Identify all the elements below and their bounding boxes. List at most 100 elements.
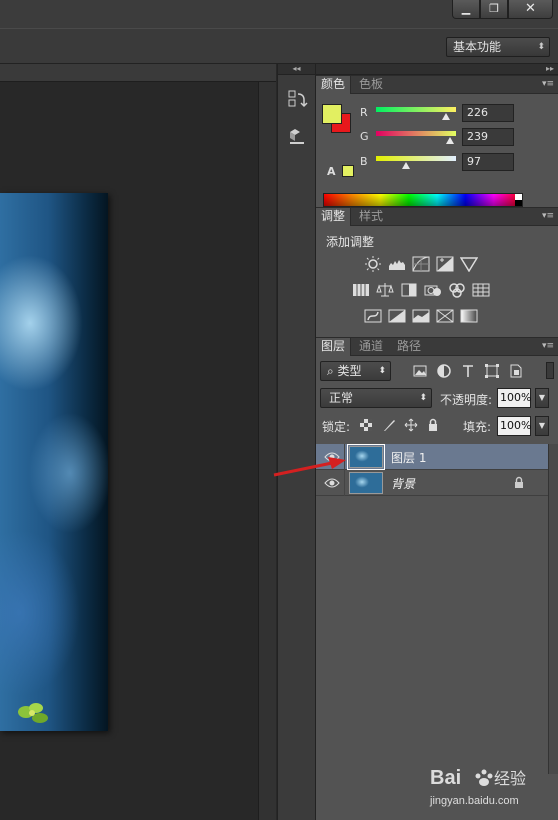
color-spectrum-bar[interactable] <box>323 193 523 207</box>
fill-dropdown-arrow[interactable]: ▼ <box>535 416 549 436</box>
red-value-field[interactable]: 226 <box>462 104 514 122</box>
panel-menu-icon[interactable]: ▾≡ <box>542 211 554 221</box>
workspace-switcher[interactable]: 基本功能 ⬍ <box>446 37 550 57</box>
collapsed-panel-strip: ◂◂ <box>277 64 316 820</box>
blue-slider-track[interactable] <box>376 156 456 161</box>
curves-icon[interactable] <box>412 256 430 272</box>
properties-icon[interactable] <box>286 126 308 148</box>
document-tab-bar <box>0 64 276 82</box>
blend-mode-select[interactable]: 正常 ⬍ <box>320 388 432 408</box>
photo-filter-icon[interactable] <box>424 282 442 298</box>
selective-color-icon[interactable] <box>460 308 478 324</box>
color-lookup-icon[interactable] <box>472 282 490 298</box>
filter-toggle-switch[interactable] <box>546 362 554 379</box>
tab-channels[interactable]: 通道 <box>354 338 388 356</box>
type-layer-filter-icon[interactable] <box>460 363 476 379</box>
color-panel: 颜色 色板 ▾≡ R 226 G 239 B 97 A <box>316 75 558 207</box>
lock-transparent-pixels-icon[interactable] <box>359 418 373 432</box>
opacity-field[interactable]: 100% <box>497 388 531 408</box>
watermark-brand: Bai <box>430 767 461 789</box>
exposure-icon[interactable] <box>436 256 454 272</box>
adjustments-panel: 调整 样式 ▾≡ 添加调整 <box>316 207 558 337</box>
layer-name[interactable]: 背景 <box>391 475 415 492</box>
threshold-icon[interactable] <box>412 308 430 324</box>
expand-dock-icon[interactable]: ▸▸ <box>316 64 558 75</box>
canvas-image[interactable] <box>0 193 108 731</box>
flower-detail <box>18 703 48 723</box>
green-slider-thumb[interactable] <box>446 137 454 144</box>
layer-thumbnail <box>347 444 385 470</box>
chevron-updown-icon: ⬍ <box>419 393 427 403</box>
tab-color[interactable]: 颜色 <box>316 76 352 94</box>
restore-button[interactable]: ❐ <box>480 0 508 19</box>
layer-name[interactable]: 图层 1 <box>391 449 426 466</box>
opacity-dropdown-arrow[interactable]: ▼ <box>535 388 549 408</box>
layers-panel: 图层 通道 路径 ▾≡ ⌕ 类型 ⬍ 正常 ⬍ 不透明度: 100% ▼ 锁定: <box>316 337 558 820</box>
gradient-map-icon[interactable] <box>436 308 454 324</box>
tab-swatches[interactable]: 色板 <box>354 76 388 94</box>
tab-layers[interactable]: 图层 <box>316 338 352 356</box>
filter-kind-label: 类型 <box>337 364 362 378</box>
layers-panel-tabs: 图层 通道 路径 ▾≡ <box>316 338 558 356</box>
green-slider-track[interactable] <box>376 131 456 136</box>
gamut-warning-icon[interactable]: A <box>327 165 336 178</box>
posterize-icon[interactable] <box>388 308 406 324</box>
panel-menu-icon[interactable]: ▾≡ <box>542 341 554 351</box>
baidu-jingyan-watermark: Bai 经验 jingyan.baidu.com <box>429 767 526 807</box>
black-white-icon[interactable] <box>400 282 418 298</box>
watermark-url: jingyan.baidu.com <box>429 795 519 807</box>
lock-image-pixels-icon[interactable] <box>382 418 396 432</box>
foreground-color-swatch[interactable] <box>322 104 342 124</box>
tab-styles[interactable]: 样式 <box>354 208 388 226</box>
tab-adjustments[interactable]: 调整 <box>316 208 352 226</box>
opacity-label: 不透明度: <box>440 393 493 407</box>
black-white-chips[interactable] <box>515 194 522 206</box>
layers-scrollbar[interactable] <box>548 444 558 774</box>
title-bar: ▁ ❐ ✕ <box>0 0 558 28</box>
channel-label: R <box>360 106 368 119</box>
red-slider-thumb[interactable] <box>442 113 450 120</box>
green-value-field[interactable]: 239 <box>462 128 514 146</box>
layer-filter-row: ⌕ 类型 ⬍ <box>320 360 554 382</box>
brightness-contrast-icon[interactable] <box>364 256 382 272</box>
close-button[interactable]: ✕ <box>508 0 553 19</box>
hue-saturation-icon[interactable] <box>352 282 370 298</box>
red-slider-track[interactable] <box>376 107 456 112</box>
chevron-updown-icon: ⬍ <box>537 42 545 52</box>
minimize-button[interactable]: ▁ <box>452 0 480 19</box>
watermark-brand-suffix: 经验 <box>494 769 526 788</box>
blue-value-field[interactable]: 97 <box>462 153 514 171</box>
lock-label: 锁定: <box>322 420 351 434</box>
pixel-layer-filter-icon[interactable] <box>412 363 428 379</box>
smart-object-filter-icon[interactable] <box>508 363 524 379</box>
invert-icon[interactable] <box>364 308 382 324</box>
canvas-scrollbar[interactable] <box>258 82 276 820</box>
search-icon: ⌕ <box>327 364 338 378</box>
lock-icon[interactable] <box>513 476 525 489</box>
lock-all-icon[interactable] <box>426 418 440 432</box>
panel-menu-icon[interactable]: ▾≡ <box>542 79 554 89</box>
filter-kind-select[interactable]: ⌕ 类型 ⬍ <box>320 361 391 381</box>
channel-mixer-icon[interactable] <box>448 282 466 298</box>
annotation-arrow <box>273 457 346 477</box>
lock-position-icon[interactable] <box>404 418 418 432</box>
adjustment-layer-filter-icon[interactable] <box>436 363 452 379</box>
layer-thumbnail <box>349 472 383 494</box>
vibrance-icon[interactable] <box>460 256 478 272</box>
document-canvas-area[interactable] <box>0 64 276 820</box>
color-panel-tabs: 颜色 色板 ▾≡ <box>316 76 558 94</box>
shape-layer-filter-icon[interactable] <box>484 363 500 379</box>
color-balance-icon[interactable] <box>376 282 394 298</box>
levels-icon[interactable] <box>388 256 406 272</box>
adjustments-panel-tabs: 调整 样式 ▾≡ <box>316 208 558 226</box>
collapse-strip-icon[interactable]: ◂◂ <box>278 64 315 75</box>
adjustments-title: 添加调整 <box>326 235 375 249</box>
blue-slider-thumb[interactable] <box>402 162 410 169</box>
channel-label: B <box>360 155 368 168</box>
tab-paths[interactable]: 路径 <box>392 338 426 356</box>
history-icon[interactable] <box>286 88 308 110</box>
blend-mode-label: 正常 <box>329 391 354 405</box>
gamut-swatch[interactable] <box>342 165 354 177</box>
paw-icon <box>475 769 493 786</box>
fill-field[interactable]: 100% <box>497 416 531 436</box>
